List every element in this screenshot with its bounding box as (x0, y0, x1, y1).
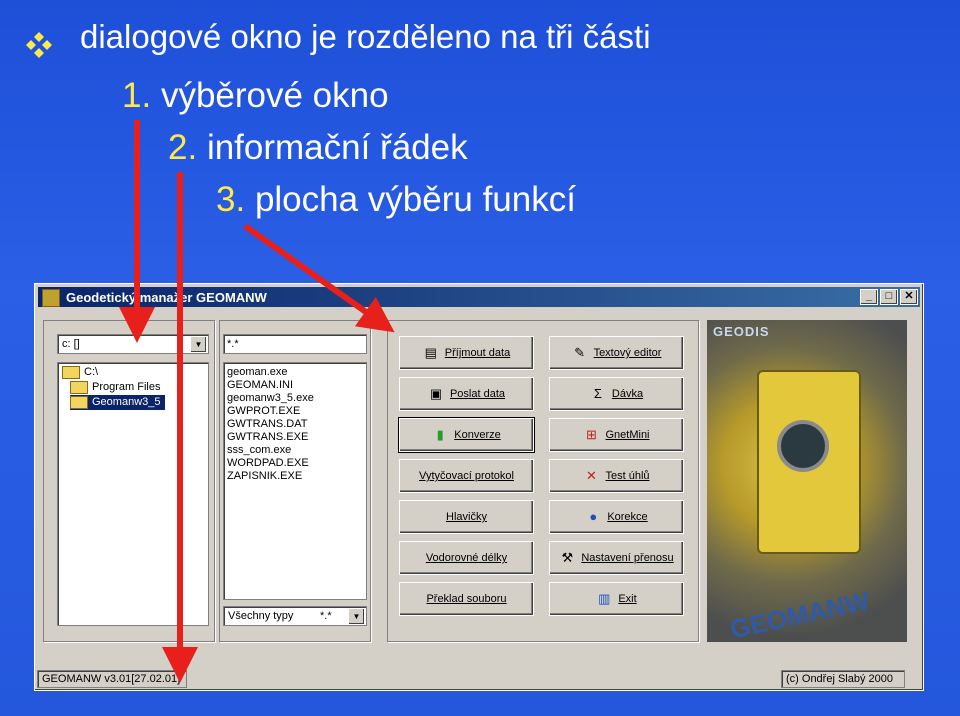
button-label: GnetMini (605, 429, 650, 441)
button-label: Korekce (607, 511, 648, 523)
tree-item-label: C:\ (84, 366, 99, 378)
app-window: Geodetický manažer GEOMANW _ □ ✕ c: [] ▼… (34, 283, 924, 691)
folder-icon (62, 365, 80, 379)
button-label: Textový editor (593, 347, 662, 359)
correction-button[interactable]: ● Korekce (549, 500, 684, 534)
button-label: Dávka (611, 388, 644, 400)
headers-button[interactable]: Hlavičky (399, 500, 534, 534)
item-number: 2. (168, 128, 198, 167)
window-title: Geodetický manažer GEOMANW (66, 290, 267, 305)
editor-icon: ✎ (574, 345, 586, 360)
button-label: Poslat data (449, 388, 506, 400)
batch-button[interactable]: Σ Dávka (549, 377, 684, 411)
receive-data-button[interactable]: ▤ Příjmout data (399, 336, 534, 370)
item-text: plocha výběru funkcí (254, 180, 576, 219)
item-text: informační řádek (206, 128, 468, 167)
file-list[interactable]: geoman.exe GEOMAN.INI geomanw3_5.exe GWP… (223, 362, 367, 600)
button-label: Test úhlů (605, 470, 650, 482)
filter-input[interactable]: *.* (223, 334, 367, 354)
list-item[interactable]: GWTRANS.EXE (227, 431, 308, 444)
total-station-image: GEODIS GEOMANW (707, 320, 907, 644)
list-item-selection-window: 1. výběrové okno (122, 76, 389, 116)
list-item[interactable]: sss_com.exe (227, 444, 291, 457)
tree-item[interactable]: Program Files (70, 380, 160, 395)
tree-item-selected[interactable]: Geomanw3_5 (70, 395, 165, 410)
text-editor-button[interactable]: ✎ Textový editor (549, 336, 684, 370)
chevron-down-icon[interactable]: ▼ (190, 336, 207, 353)
horizontal-distances-button[interactable]: Vodorovné délky (399, 541, 534, 575)
list-item[interactable]: GWTRANS.DAT (227, 418, 307, 431)
item-number: 3. (216, 180, 246, 219)
lens-icon (777, 420, 829, 472)
app-icon (42, 289, 60, 307)
convert-icon: ▮ (436, 427, 444, 442)
slide-title: dialogové okno je rozděleno na tři části (80, 18, 651, 55)
status-version: GEOMANW v3.01[27.02.01] (37, 670, 187, 688)
list-item[interactable]: GWPROT.EXE (227, 405, 300, 418)
button-label: Hlavičky (446, 511, 487, 523)
list-item-function-area: 3. plocha výběru funkcí (216, 180, 576, 220)
window-titlebar[interactable]: Geodetický manažer GEOMANW _ □ ✕ (38, 287, 920, 307)
button-label: Exit (618, 593, 637, 605)
minimize-button[interactable]: _ (860, 289, 878, 305)
list-item[interactable]: ZAPISNIK.EXE (227, 470, 302, 483)
product-logo-text: GEOMANW (727, 585, 873, 645)
gnetmini-button[interactable]: ⊞ GnetMini (549, 418, 684, 452)
file-translation-button[interactable]: Překlad souboru (399, 582, 534, 616)
drive-select-value: c: [] (62, 338, 80, 350)
folder-tree[interactable]: C:\ Program Files Geomanw3_5 (57, 362, 209, 626)
file-type-ext: *.* (320, 610, 332, 622)
folder-icon (70, 380, 88, 394)
filter-input-value: *.* (227, 338, 239, 350)
angle-test-button[interactable]: ✕ Test úhlů (549, 459, 684, 493)
button-label: Příjmout data (444, 347, 511, 359)
button-label: Překlad souboru (426, 593, 507, 605)
transfer-settings-button[interactable]: ⚒ Nastavení přenosu (549, 541, 684, 575)
send-icon: ▣ (429, 386, 443, 401)
door-exit-icon: ▥ (598, 591, 611, 606)
tree-item[interactable]: C:\ (62, 365, 98, 380)
network-icon: ⊞ (586, 427, 597, 442)
file-type-select[interactable]: Všechny typy *.* ▼ (223, 606, 367, 626)
device-icon: ▤ (424, 345, 437, 360)
tree-item-label: Geomanw3_5 (92, 396, 161, 408)
globe-icon: ● (589, 509, 598, 524)
cross-icon: ✕ (586, 468, 597, 483)
close-button[interactable]: ✕ (900, 289, 918, 305)
tree-item-label: Program Files (92, 381, 161, 393)
brand-logo-text: GEODIS (713, 324, 770, 339)
status-copyright: (c) Ondřej Slabý 2000 (781, 670, 905, 688)
item-number: 1. (122, 76, 152, 115)
tools-icon: ⚒ (561, 550, 574, 565)
list-item[interactable]: WORDPAD.EXE (227, 457, 309, 470)
item-text: výběrové okno (160, 76, 389, 115)
convert-button[interactable]: ▮ Konverze (398, 417, 535, 453)
maximize-button[interactable]: □ (880, 289, 898, 305)
sigma-icon: Σ (593, 386, 602, 401)
file-type-value: Všechny typy (228, 610, 294, 622)
exit-button[interactable]: ▥ Exit (549, 582, 684, 616)
diamond-bullet-icon (26, 32, 52, 58)
list-item-info-line: 2. informační řádek (168, 128, 468, 168)
list-item[interactable]: geomanw3_5.exe (227, 392, 314, 405)
chevron-down-icon[interactable]: ▼ (348, 608, 365, 625)
button-label: Vodorovné délky (425, 552, 508, 564)
button-label: Vytyčovací protokol (419, 470, 514, 482)
button-label: Konverze (454, 429, 501, 441)
drive-select[interactable]: c: [] ▼ (57, 334, 209, 354)
list-item[interactable]: GEOMAN.INI (227, 379, 293, 392)
send-data-button[interactable]: ▣ Poslat data (399, 377, 534, 411)
staking-protocol-button[interactable]: Vytyčovací protokol (399, 459, 534, 493)
folder-open-icon (70, 395, 88, 409)
button-label: Nastavení přenosu (581, 552, 674, 564)
list-item[interactable]: geoman.exe (227, 366, 288, 379)
